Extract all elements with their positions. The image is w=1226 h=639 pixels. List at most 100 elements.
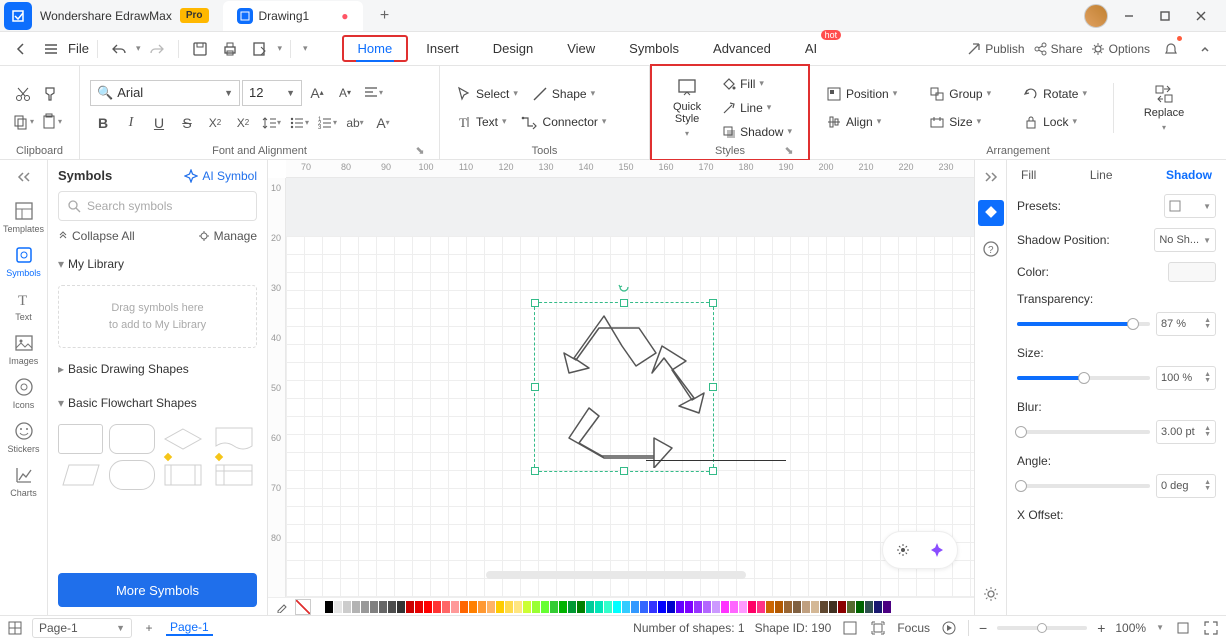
line-button[interactable]: Line▾	[716, 97, 798, 119]
color-swatch[interactable]	[757, 601, 765, 613]
rail-symbols[interactable]: Symbols	[0, 238, 48, 282]
color-swatch[interactable]	[595, 601, 603, 613]
dialog-launcher-icon[interactable]: ⬊	[413, 143, 427, 157]
color-swatch[interactable]	[874, 601, 882, 613]
color-swatch[interactable]	[694, 601, 702, 613]
search-symbols-input[interactable]: Search symbols	[58, 191, 257, 221]
copy-button[interactable]: ▾	[10, 109, 36, 135]
quick-style-button[interactable]: Quick Style ▾	[662, 77, 712, 139]
focus-label[interactable]: Focus	[897, 621, 930, 635]
page-grid-icon[interactable]	[6, 619, 24, 637]
shape-terminator[interactable]	[109, 460, 154, 490]
add-tab-button[interactable]: +	[373, 4, 397, 28]
publish-button[interactable]: Publish	[967, 42, 1024, 56]
zoom-in-button[interactable]: +	[1097, 620, 1105, 636]
expand-properties-button[interactable]	[978, 164, 1004, 190]
fill-button[interactable]: Fill▾	[716, 73, 798, 95]
color-swatch[interactable]	[397, 601, 405, 613]
rail-fill-icon[interactable]	[978, 200, 1004, 226]
color-swatch[interactable]	[541, 601, 549, 613]
blur-slider[interactable]	[1017, 430, 1150, 434]
color-swatch[interactable]	[856, 601, 864, 613]
dialog-launcher-icon[interactable]: ⬊	[782, 143, 796, 157]
color-swatch[interactable]	[703, 601, 711, 613]
color-swatch[interactable]	[802, 601, 810, 613]
canvas-scrollbar[interactable]	[486, 571, 746, 579]
resize-handle[interactable]	[620, 467, 628, 475]
shape-rounded[interactable]	[109, 424, 154, 454]
text-tool[interactable]: TText▾	[450, 111, 513, 133]
resize-handle[interactable]	[709, 467, 717, 475]
color-swatch[interactable]	[424, 601, 432, 613]
font-size-select[interactable]: 12▼	[242, 80, 302, 106]
rail-charts[interactable]: Charts	[0, 458, 48, 502]
color-swatch[interactable]	[748, 601, 756, 613]
color-swatch[interactable]	[586, 601, 594, 613]
size-slider[interactable]	[1017, 376, 1150, 380]
color-swatch[interactable]	[523, 601, 531, 613]
color-swatch[interactable]	[325, 601, 333, 613]
shape-internal-storage[interactable]	[212, 460, 257, 490]
color-swatch[interactable]	[361, 601, 369, 613]
tab-home[interactable]: Home	[342, 35, 409, 62]
color-swatch[interactable]	[334, 601, 342, 613]
page-select[interactable]: Page-1▼	[32, 618, 132, 638]
color-swatch[interactable]	[343, 601, 351, 613]
color-swatch[interactable]	[649, 601, 657, 613]
color-swatch[interactable]	[766, 601, 774, 613]
bullets-button[interactable]: ▾	[286, 110, 312, 136]
color-swatch[interactable]	[559, 601, 567, 613]
color-swatch[interactable]	[685, 601, 693, 613]
rail-text[interactable]: TText	[0, 282, 48, 326]
color-swatch[interactable]	[676, 601, 684, 613]
print-button[interactable]	[217, 36, 243, 62]
lock-button[interactable]: Lock▾	[1017, 111, 1093, 133]
change-case-button[interactable]: ab▾	[342, 110, 368, 136]
cut-button[interactable]	[10, 81, 36, 107]
fit-page-icon[interactable]	[841, 619, 859, 637]
font-color-button[interactable]: A▾	[370, 110, 396, 136]
color-swatch[interactable]	[613, 601, 621, 613]
redo-button[interactable]	[144, 36, 170, 62]
color-swatch[interactable]	[415, 601, 423, 613]
canvas-line[interactable]	[646, 460, 786, 461]
minimize-button[interactable]	[1114, 1, 1144, 31]
rail-images[interactable]: Images	[0, 326, 48, 370]
color-swatch[interactable]	[631, 601, 639, 613]
italic-button[interactable]: I	[118, 110, 144, 136]
options-button[interactable]: Options	[1091, 42, 1150, 56]
zoom-out-button[interactable]: −	[979, 620, 987, 636]
rail-stickers[interactable]: Stickers	[0, 414, 48, 458]
user-avatar[interactable]	[1084, 4, 1108, 28]
color-swatch[interactable]	[469, 601, 477, 613]
save-button[interactable]	[187, 36, 213, 62]
tab-insert[interactable]: Insert	[410, 35, 475, 62]
fit-window-icon[interactable]	[1174, 619, 1192, 637]
eyedropper-icon[interactable]	[274, 599, 290, 615]
no-color-icon[interactable]	[295, 599, 311, 615]
tab-ai[interactable]: AIhot	[789, 35, 833, 62]
menu-icon[interactable]	[38, 36, 64, 62]
shape-document[interactable]	[212, 424, 257, 454]
fab-style-icon[interactable]	[889, 536, 917, 564]
fab-ai-icon[interactable]	[923, 536, 951, 564]
tab-design[interactable]: Design	[477, 35, 549, 62]
numbering-button[interactable]: 123▾	[314, 110, 340, 136]
color-swatch[interactable]	[811, 601, 819, 613]
color-swatch[interactable]	[667, 601, 675, 613]
paste-button[interactable]: ▾	[38, 109, 64, 135]
color-swatch[interactable]	[829, 601, 837, 613]
color-swatch[interactable]	[433, 601, 441, 613]
collapse-ribbon-button[interactable]	[1192, 36, 1218, 62]
blur-input[interactable]: 3.00 pt▲▼	[1156, 420, 1216, 444]
shadow-color-picker[interactable]	[1168, 262, 1216, 282]
presets-select[interactable]: ▼	[1164, 194, 1216, 218]
align-horizontal-button[interactable]: ▾	[360, 80, 386, 106]
close-button[interactable]	[1186, 1, 1216, 31]
undo-button[interactable]	[106, 36, 132, 62]
recycle-shape[interactable]	[544, 298, 714, 468]
shape-parallelogram[interactable]	[58, 460, 103, 490]
maximize-button[interactable]	[1150, 1, 1180, 31]
color-swatch[interactable]	[487, 601, 495, 613]
decrease-font-button[interactable]: A▾	[332, 80, 358, 106]
